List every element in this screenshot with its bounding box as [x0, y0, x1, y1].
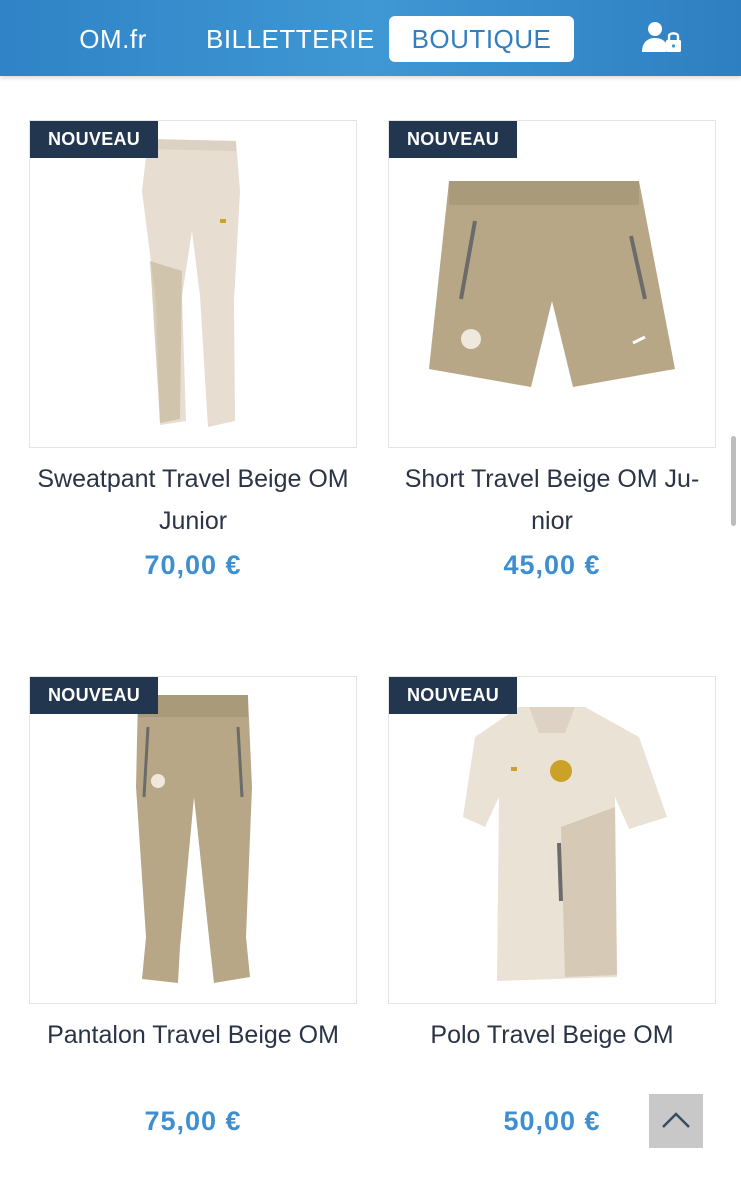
product-image-polo[interactable]: NOUVEAU — [388, 676, 716, 1004]
back-to-top-button[interactable] — [649, 1094, 703, 1148]
new-badge: NOUVEAU — [389, 121, 518, 158]
product-price: 75,00 € — [144, 1106, 242, 1136]
product-name[interactable]: Polo Travel Beige OM — [382, 1014, 722, 1056]
sweatpant-image — [142, 139, 240, 427]
product-name-line2[interactable]: nior — [382, 500, 722, 542]
new-badge: NOUVEAU — [30, 121, 159, 158]
nav-link-billetterie[interactable]: BILLETTERIE — [206, 16, 374, 62]
product-name[interactable]: Sweatpant Travel Beige OM — [23, 458, 363, 500]
short-image — [429, 181, 675, 387]
product-image-sweatpant[interactable]: NOUVEAU — [29, 120, 357, 448]
new-badge: NOUVEAU — [389, 677, 518, 714]
polo-image — [463, 707, 667, 981]
new-badge: NOUVEAU — [30, 677, 159, 714]
user-lock-icon[interactable] — [640, 20, 686, 56]
scrollbar[interactable] — [731, 436, 736, 526]
product-image-pantalon[interactable]: NOUVEAU — [29, 676, 357, 1004]
product-name-line2[interactable]: Junior — [23, 500, 363, 542]
nav-link-om[interactable]: OM.fr — [70, 16, 156, 62]
product-image-short[interactable]: NOUVEAU — [388, 120, 716, 448]
chevron-up-icon — [662, 1112, 690, 1128]
nav-link-boutique[interactable]: BOUTIQUE — [389, 16, 574, 62]
product-name[interactable]: Pantalon Travel Beige OM — [23, 1014, 363, 1056]
pantalon-image — [136, 695, 252, 983]
product-price: 45,00 € — [503, 550, 601, 580]
top-navigation-bar: OM.fr BILLETTERIE BOUTIQUE — [0, 0, 741, 76]
product-name[interactable]: Short Travel Beige OM Ju- — [382, 458, 722, 500]
product-price: 70,00 € — [144, 550, 242, 580]
